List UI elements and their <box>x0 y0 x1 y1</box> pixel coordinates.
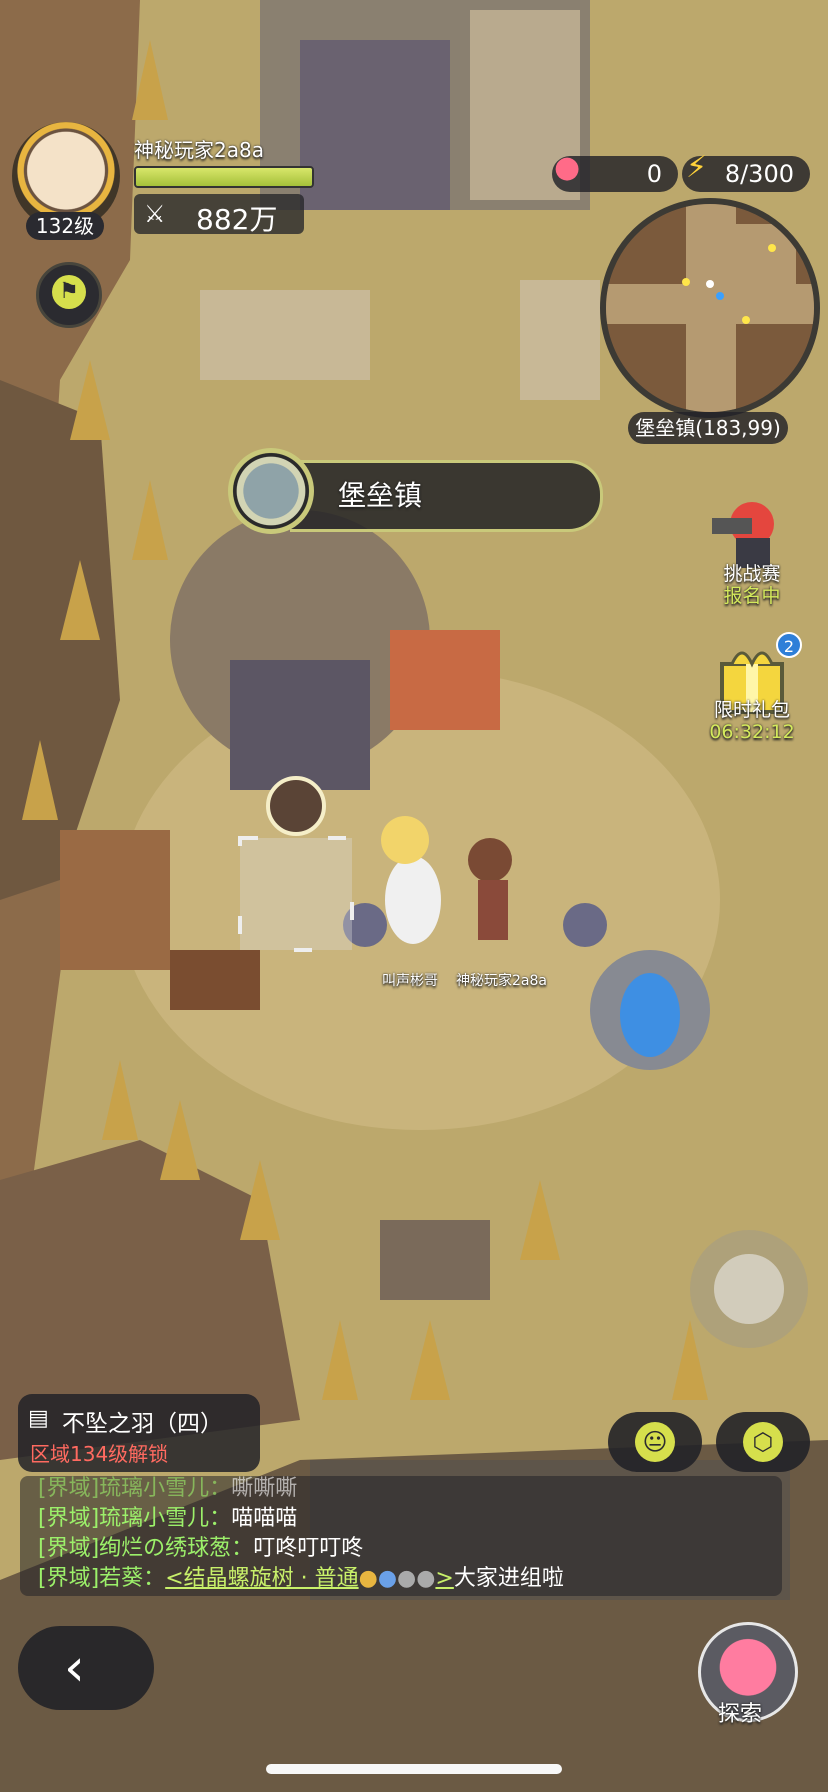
inventory-box-button[interactable]: ⬡ <box>716 1412 810 1472</box>
player-marker-icon <box>706 280 714 288</box>
apple-icon: ● <box>554 150 581 185</box>
quest-unlock-requirement: 区域134级解锁 <box>30 1442 169 1466</box>
combat-power-box: ⚔ 882万 <box>134 194 304 236</box>
npc-name-tag: 叫声彬哥 <box>382 973 438 989</box>
movement-joystick[interactable] <box>690 1230 808 1348</box>
clipboard-icon: ▤ <box>28 1406 49 1431</box>
town-guardian-avatar <box>228 448 314 534</box>
minimap-location-label: 堡垒镇(183,99) <box>628 412 788 444</box>
item-gem-icons: ● <box>358 1566 378 1591</box>
team-link[interactable]: <结晶螺旋树 · 普通 <box>165 1566 358 1591</box>
chevron-left-icon: ‹ <box>64 1638 85 1698</box>
explore-label: 探索 <box>718 1702 763 1727</box>
location-banner <box>290 460 603 532</box>
emote-button[interactable]: 😐 <box>608 1412 702 1472</box>
limited-gift-timer: 06:32:12 <box>709 721 795 743</box>
player-hp-bar <box>134 166 314 188</box>
lightning-icon: ⚡ <box>686 150 708 185</box>
apple-resource[interactable]: ● 0 <box>552 150 678 192</box>
limited-gift-title: 限时礼包 <box>713 699 790 721</box>
challenge-event-button[interactable] <box>702 488 786 572</box>
challenge-event-status: 报名中 <box>723 585 781 607</box>
gift-notification-badge: 2 <box>776 632 802 658</box>
neutral-face-icon: 😐 <box>635 1422 675 1462</box>
star-marker-icon <box>742 316 750 324</box>
crossed-swords-icon: ⚔ <box>144 200 166 228</box>
energy-count: 8/300 <box>724 160 794 188</box>
home-indicator[interactable] <box>266 1764 562 1774</box>
portal-marker-icon <box>716 292 724 300</box>
flag-icon: ⚑ <box>52 275 86 309</box>
apple-count: 0 <box>646 160 662 188</box>
team-link-end[interactable]: > <box>435 1566 453 1591</box>
chat-line: [界域]琉璃小雪儿：嘶嘶嘶 <box>38 1476 298 1501</box>
player-level-badge: 132级 <box>26 212 104 240</box>
energy-resource[interactable]: ⚡ 8/300 <box>682 150 810 192</box>
game-map[interactable]: 132级 神秘玩家2a8a ⚔ 882万 ⚑ ● 0 ⚡ 8/300 堡垒镇(1… <box>0 0 828 1792</box>
challenge-event-title: 挑战赛 <box>723 563 781 585</box>
player-name-tag: 神秘玩家2a8a <box>456 973 547 989</box>
hp-bar-fill <box>136 168 312 186</box>
player-name: 神秘玩家2a8a <box>134 138 264 162</box>
chat-line: [界域]绚烂の绣球葱：叮咚叮叮咚 <box>38 1536 364 1561</box>
location-title: 堡垒镇 <box>338 479 423 512</box>
star-marker-icon <box>768 244 776 252</box>
chat-line: [界域]琉璃小雪儿：喵喵喵 <box>38 1506 298 1531</box>
item-gem-icons: ● <box>377 1566 398 1591</box>
minimap[interactable] <box>600 198 820 418</box>
joystick-knob[interactable] <box>714 1254 784 1324</box>
guild-flag-button[interactable]: ⚑ <box>36 262 102 328</box>
combat-power-value: 882万 <box>196 203 278 236</box>
star-marker-icon <box>682 278 690 286</box>
back-button[interactable]: ‹ <box>18 1626 154 1710</box>
cube-icon: ⬡ <box>743 1422 783 1462</box>
quest-title: 不坠之羽（四） <box>62 1411 223 1437</box>
item-gem-icons: ●● <box>397 1566 436 1591</box>
chat-line: [界域]若葵：<结晶螺旋树 · 普通●●●●>大家进组啦 <box>38 1566 564 1591</box>
